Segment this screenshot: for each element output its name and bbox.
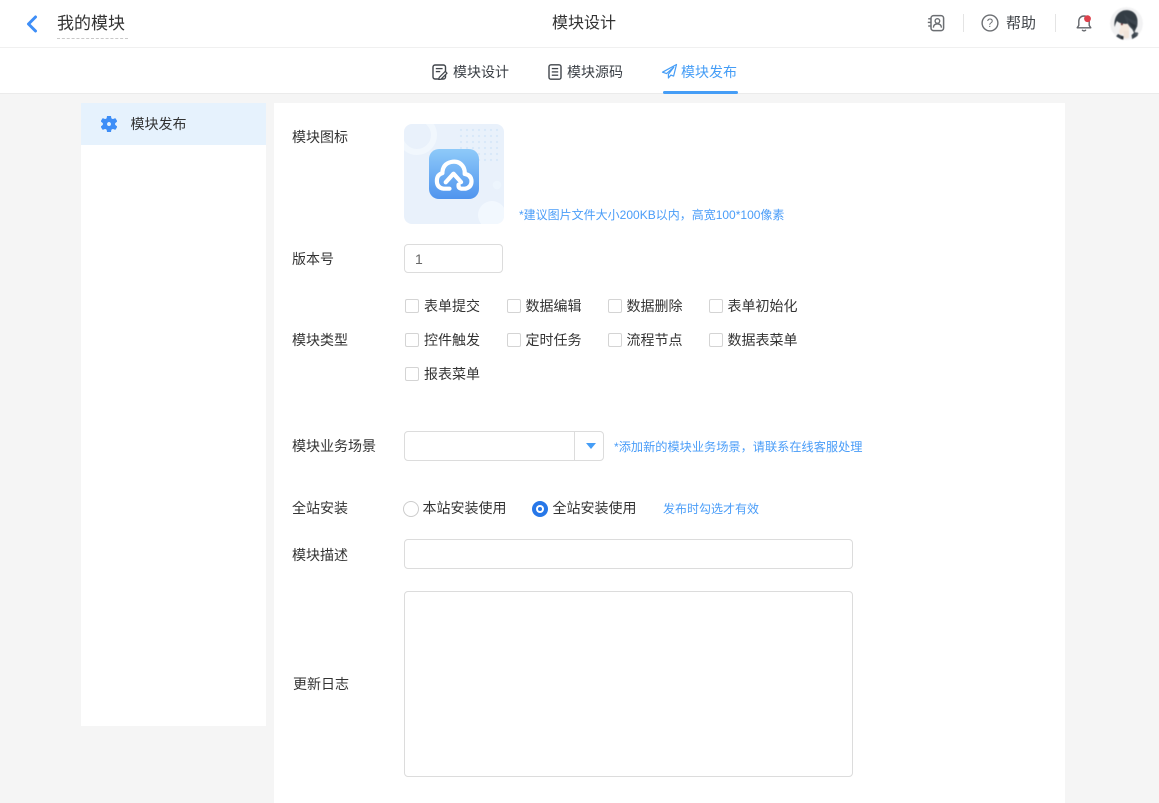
svg-text:?: ? — [987, 18, 993, 30]
